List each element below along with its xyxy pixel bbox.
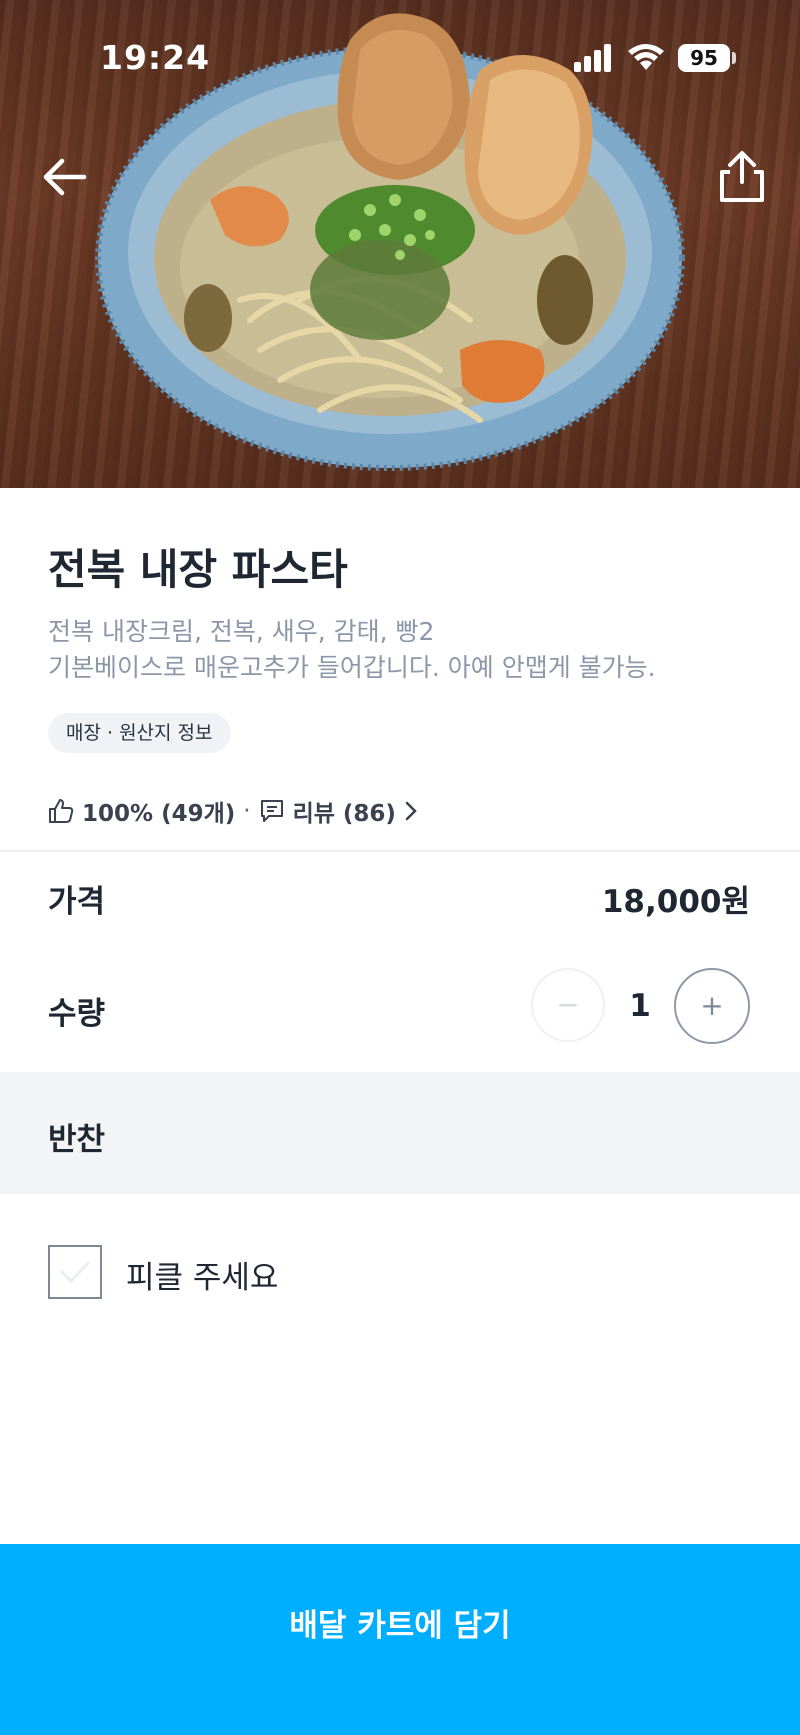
back-button[interactable]: [40, 155, 90, 199]
status-bar: 19:24 95: [0, 0, 800, 110]
rating-percentage: 100% (49개): [82, 801, 236, 827]
share-icon: [720, 151, 764, 202]
chevron-right-icon: [405, 801, 417, 821]
pickle-checkbox[interactable]: [48, 1245, 102, 1299]
quantity-increase-button[interactable]: +: [674, 968, 750, 1044]
description-line-1: 전복 내장크림, 전복, 새우, 감태, 빵2: [48, 617, 435, 646]
pickle-option-label[interactable]: 피클 주세요: [126, 1252, 278, 1297]
add-to-cart-button[interactable]: 배달 카트에 담기: [0, 1544, 800, 1735]
reviews-link[interactable]: 리뷰 (86): [259, 794, 420, 828]
description-line-2: 기본베이스로 매운고추가 들어갑니다. 아예 안맵게 불가능.: [48, 653, 656, 682]
battery-tip: [732, 52, 736, 64]
quantity-value: 1: [629, 988, 651, 1024]
product-title: 전복 내장 파스타: [48, 545, 348, 594]
store-origin-info-chip[interactable]: 매장 · 원산지 정보: [48, 713, 231, 753]
check-icon: [60, 1261, 90, 1283]
thumbs-up-icon: [49, 799, 74, 823]
share-button[interactable]: [716, 150, 768, 204]
wifi-icon: [628, 44, 664, 70]
rating-separator: ·: [243, 798, 251, 824]
battery-indicator: 95: [678, 44, 730, 72]
product-image: 19:24 95: [0, 0, 800, 488]
comment-icon: [260, 800, 283, 822]
add-to-cart-label: 배달 카트에 담기: [289, 1608, 511, 1644]
side-dish-section-title: 반찬: [48, 1122, 106, 1158]
divider: [0, 850, 800, 852]
quantity-decrease-button[interactable]: −: [531, 968, 605, 1042]
quantity-label: 수량: [48, 996, 106, 1032]
price-value: 18,000원: [601, 884, 750, 920]
side-dish-section-header: [0, 1072, 800, 1194]
rating-row: 100% (49개) · 리뷰 (86): [48, 793, 420, 829]
reviews-count: 리뷰 (86): [292, 801, 396, 827]
product-description: 전복 내장크림, 전복, 새우, 감태, 빵2 기본베이스로 매운고추가 들어갑…: [48, 614, 656, 686]
arrow-left-icon: [43, 158, 87, 196]
status-time: 19:24: [100, 38, 211, 77]
cellular-signal-icon: [574, 44, 611, 72]
price-label: 가격: [48, 884, 106, 920]
